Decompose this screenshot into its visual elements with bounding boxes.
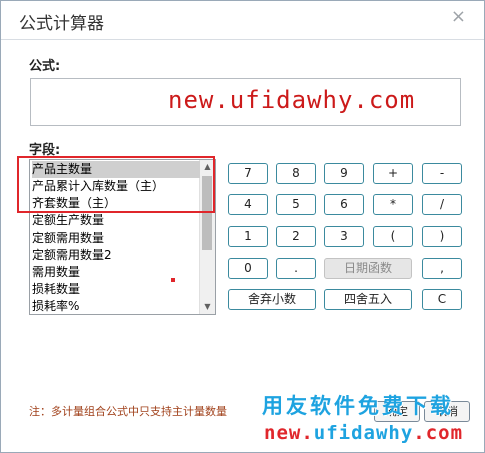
key-4-button[interactable]: 4 bbox=[228, 194, 268, 215]
key-6-button[interactable]: 6 bbox=[324, 194, 364, 215]
scroll-up-arrow-icon[interactable]: ▲ bbox=[200, 160, 215, 174]
key-multiply-button[interactable]: * bbox=[373, 194, 413, 215]
scroll-down-arrow-icon[interactable]: ▼ bbox=[200, 300, 215, 314]
key-1-button[interactable]: 1 bbox=[228, 226, 268, 247]
fields-label: 字段: bbox=[29, 143, 61, 158]
formula-label: 公式: bbox=[29, 59, 61, 74]
key-3-button[interactable]: 3 bbox=[324, 226, 364, 247]
watermark-url-part: .com bbox=[413, 422, 464, 444]
field-list-item[interactable]: 损耗率% bbox=[32, 298, 200, 314]
dialog-titlebar: 公式计算器 × bbox=[1, 1, 484, 40]
field-list-item[interactable]: 产品主数量 bbox=[32, 161, 200, 178]
key-truncate-decimal-button[interactable]: 舍弃小数 bbox=[228, 289, 316, 310]
key-comma-button[interactable]: , bbox=[422, 258, 462, 279]
key-9-button[interactable]: 9 bbox=[324, 163, 364, 184]
watermark-brand: 用友软件免费下载 bbox=[262, 394, 454, 418]
field-list-item[interactable]: 定额需用数量2 bbox=[32, 247, 200, 264]
close-icon[interactable]: × bbox=[451, 6, 466, 27]
watermark-url-bottom: new.ufidawhy.com bbox=[264, 422, 463, 444]
field-list-item[interactable]: 定额生产数量 bbox=[32, 212, 200, 229]
key-8-button[interactable]: 8 bbox=[276, 163, 316, 184]
key-plus-button[interactable]: + bbox=[373, 163, 413, 184]
field-list-item[interactable]: 齐套数量（主） bbox=[32, 195, 200, 212]
watermark-url-part: ufidawhy bbox=[313, 422, 414, 444]
field-list-scrollbar[interactable]: ▲ ▼ bbox=[199, 160, 215, 314]
key-7-button[interactable]: 7 bbox=[228, 163, 268, 184]
scroll-thumb[interactable] bbox=[202, 176, 212, 250]
key-divide-button[interactable]: / bbox=[422, 194, 462, 215]
key-2-button[interactable]: 2 bbox=[276, 226, 316, 247]
key-0-button[interactable]: 0 bbox=[228, 258, 268, 279]
key-open-paren-button[interactable]: ( bbox=[373, 226, 413, 247]
field-list-item[interactable]: 定额需用数量 bbox=[32, 230, 200, 247]
watermark-url-part: new. bbox=[264, 422, 314, 444]
annotation-dot bbox=[171, 278, 175, 282]
field-list-item[interactable]: 损耗数量 bbox=[32, 281, 200, 298]
field-list-item[interactable]: 产品累计入库数量（主） bbox=[32, 178, 200, 195]
dialog-title: 公式计算器 bbox=[19, 14, 104, 34]
field-list[interactable]: ▲ ▼ 产品主数量 产品累计入库数量（主） 齐套数量（主） 定额生产数量 定额需用数量定… bbox=[29, 159, 216, 315]
key-round-button[interactable]: 四舍五入 bbox=[324, 289, 412, 310]
key-clear-button[interactable]: C bbox=[422, 289, 462, 310]
key-decimal-button[interactable]: . bbox=[276, 258, 316, 279]
footnote: 注：多计量组合公式中只支持主计量数量 bbox=[29, 405, 227, 418]
key-date-function-button[interactable]: 日期函数 bbox=[324, 258, 412, 279]
key-minus-button[interactable]: - bbox=[422, 163, 462, 184]
formula-calculator-dialog: 公式计算器 × 公式: 字段: ▲ ▼ 产品主数量 产品累计入库数量（主） 齐套数量… bbox=[0, 0, 485, 453]
watermark-url-top: new.ufidawhy.com bbox=[168, 86, 416, 114]
key-5-button[interactable]: 5 bbox=[276, 194, 316, 215]
key-close-paren-button[interactable]: ) bbox=[422, 226, 462, 247]
